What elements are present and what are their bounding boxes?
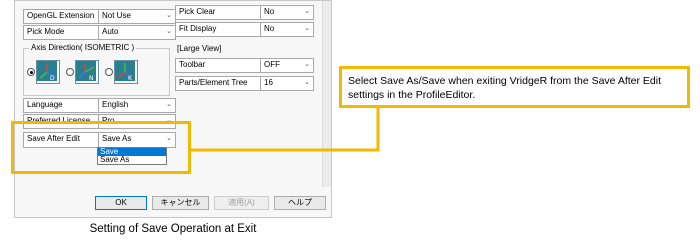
figure-caption: Setting of Save Operation at Exit xyxy=(89,223,257,235)
callout-box: Select Save As/Save when exiting VridgeR… xyxy=(339,66,690,108)
callout-connector xyxy=(191,108,380,152)
callout-text: Select Save As/Save when exiting VridgeR… xyxy=(348,75,662,101)
